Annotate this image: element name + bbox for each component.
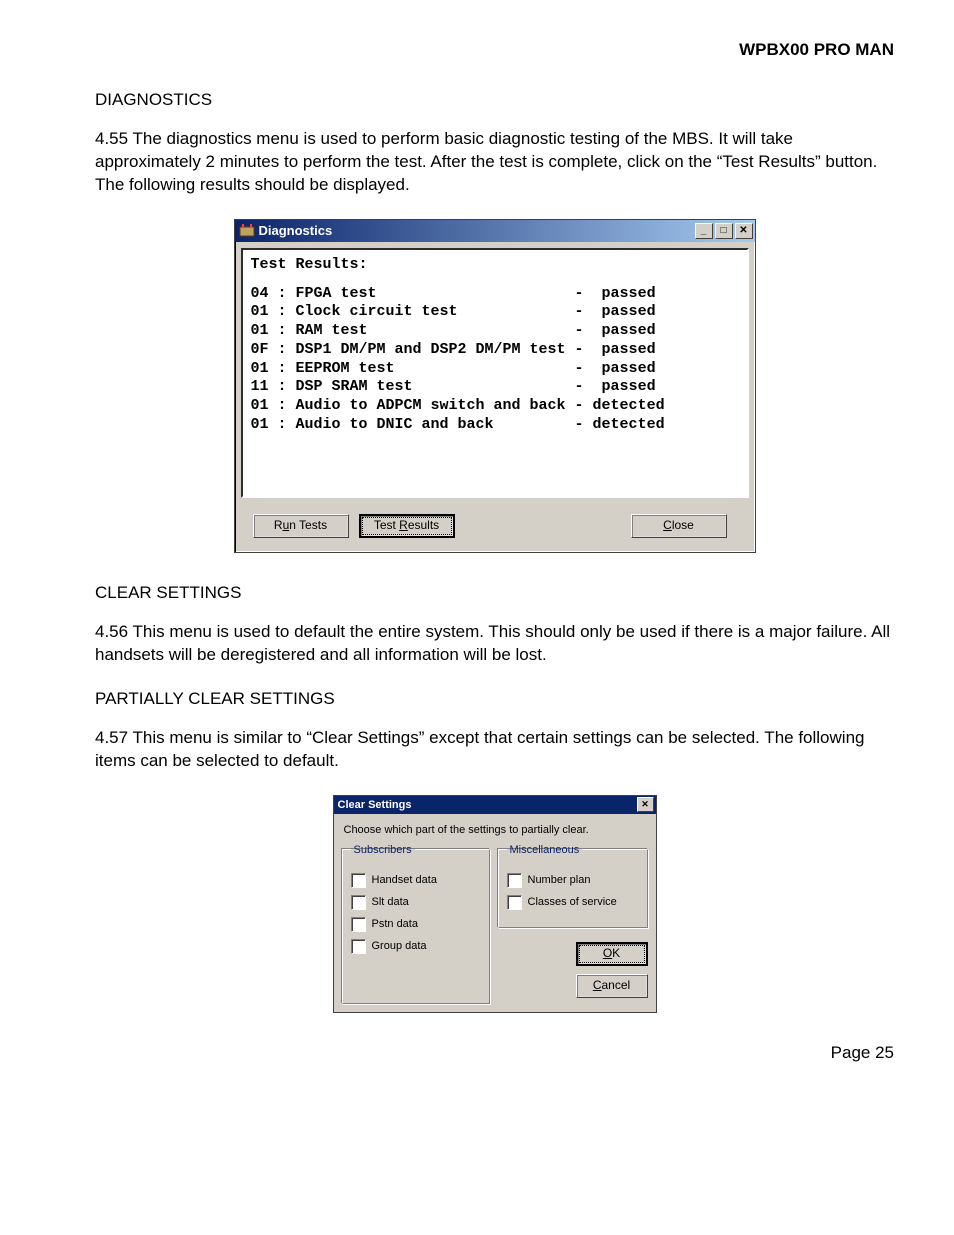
checkbox-number-plan[interactable]: Number plan [507,873,639,888]
test-result-line: 01 : EEPROM test - passed [251,360,656,377]
checkbox-icon [507,873,522,888]
ok-button[interactable]: OK [576,942,648,966]
checkbox-pstn-data[interactable]: Pstn data [351,917,481,932]
paragraph-4-57: 4.57 This menu is similar to “Clear Sett… [95,727,894,773]
checkbox-label: Group data [372,940,427,952]
checkbox-icon [351,895,366,910]
checkbox-label: Pstn data [372,918,418,930]
test-results-button[interactable]: Test Results [359,514,455,538]
diagnostics-button-row: Run Tests Test Results Close [235,504,755,552]
window-title: Clear Settings [338,799,635,811]
checkbox-icon [351,873,366,888]
document-header: WPBX00 PRO MAN [95,40,894,60]
checkbox-label: Slt data [372,896,409,908]
close-button[interactable]: ✕ [637,797,654,812]
checkbox-label: Number plan [528,874,591,886]
paragraph-4-55: 4.55 The diagnostics menu is used to per… [95,128,894,197]
app-icon [239,223,255,239]
checkbox-label: Handset data [372,874,437,886]
maximize-button[interactable]: □ [715,223,733,239]
miscellaneous-group: Miscellaneous Number plan Classes of ser… [498,844,648,928]
checkbox-handset-data[interactable]: Handset data [351,873,481,888]
group-legend-miscellaneous: Miscellaneous [507,844,583,856]
checkbox-icon [351,939,366,954]
minimize-button[interactable]: _ [695,223,713,239]
titlebar: Diagnostics _ □ ✕ [235,220,755,242]
cancel-button[interactable]: Cancel [576,974,648,998]
checkbox-group-data[interactable]: Group data [351,939,481,954]
instruction-text: Choose which part of the settings to par… [344,824,648,836]
section-heading-partial-clear: PARTIALLY CLEAR SETTINGS [95,689,894,709]
test-result-line: 04 : FPGA test - passed [251,285,656,302]
close-dialog-button[interactable]: Close [631,514,727,538]
titlebar: Clear Settings ✕ [334,796,656,814]
checkbox-classes-of-service[interactable]: Classes of service [507,895,639,910]
subscribers-group: Subscribers Handset data Slt data Pstn d… [342,844,490,1004]
checkbox-slt-data[interactable]: Slt data [351,895,481,910]
test-result-line: 01 : Audio to ADPCM switch and back - de… [251,397,665,414]
test-results-title: Test Results: [251,256,739,275]
test-results-box: Test Results: 04 : FPGA test - passed 01 … [241,248,749,498]
diagnostics-window: Diagnostics _ □ ✕ Test Results: 04 : FPGA… [234,219,756,553]
test-result-line: 01 : RAM test - passed [251,322,656,339]
test-result-line: 0F : DSP1 DM/PM and DSP2 DM/PM test - pa… [251,341,656,358]
checkbox-icon [507,895,522,910]
clear-settings-window: Clear Settings ✕ Choose which part of th… [333,795,657,1013]
run-tests-button[interactable]: Run Tests [253,514,349,538]
page-number: Page 25 [95,1043,894,1063]
close-button[interactable]: ✕ [735,223,753,239]
test-result-line: 01 : Clock circuit test - passed [251,303,656,320]
paragraph-4-56: 4.56 This menu is used to default the en… [95,621,894,667]
section-heading-diagnostics: DIAGNOSTICS [95,90,894,110]
checkbox-icon [351,917,366,932]
group-legend-subscribers: Subscribers [351,844,415,856]
window-title: Diagnostics [259,223,693,238]
test-result-line: 01 : Audio to DNIC and back - detected [251,416,665,433]
section-heading-clear: CLEAR SETTINGS [95,583,894,603]
test-result-line: 11 : DSP SRAM test - passed [251,378,656,395]
checkbox-label: Classes of service [528,896,617,908]
